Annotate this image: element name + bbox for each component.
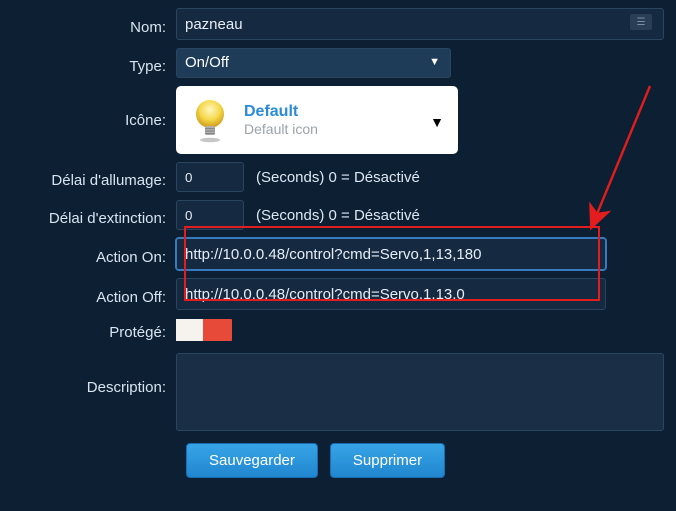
label-icone: Icône: — [6, 112, 176, 129]
label-nom: Nom: — [6, 13, 176, 36]
delai-extinction-hint: (Seconds) 0 = Désactivé — [256, 207, 420, 224]
label-description: Description: — [6, 353, 176, 396]
chevron-down-icon: ▼ — [430, 114, 444, 130]
label-action-off: Action Off: — [6, 283, 176, 306]
config-form: Nom: ☰ Type: On/Off Icône: — [0, 0, 676, 486]
nom-input[interactable] — [176, 8, 664, 40]
label-protege: Protégé: — [6, 318, 176, 341]
icon-texts: Default Default icon — [244, 103, 318, 137]
label-delai-allumage: Délai d'allumage: — [6, 166, 176, 189]
row-protege: Protégé: — [6, 318, 664, 341]
row-delai-extinction: Délai d'extinction: (Seconds) 0 = Désact… — [6, 200, 664, 230]
row-description: Description: — [6, 353, 664, 435]
label-delai-extinction: Délai d'extinction: — [6, 204, 176, 227]
action-on-input[interactable] — [176, 238, 606, 270]
icon-title: Default — [244, 103, 318, 121]
row-nom: Nom: ☰ — [6, 8, 664, 40]
row-action-off: Action Off: — [6, 278, 664, 310]
delai-allumage-input[interactable] — [176, 162, 244, 192]
button-row: Sauvegarder Supprimer — [186, 443, 664, 478]
row-type: Type: On/Off — [6, 48, 664, 78]
description-textarea[interactable] — [176, 353, 664, 431]
protege-toggle[interactable] — [176, 319, 232, 341]
delete-button[interactable]: Supprimer — [330, 443, 445, 478]
label-type: Type: — [6, 52, 176, 75]
label-action-on: Action On: — [6, 243, 176, 266]
icon-subtitle: Default icon — [244, 121, 318, 137]
row-delai-allumage: Délai d'allumage: (Seconds) 0 = Désactiv… — [6, 162, 664, 192]
save-button[interactable]: Sauvegarder — [186, 443, 318, 478]
contact-icon[interactable]: ☰ — [630, 14, 652, 30]
lightbulb-icon — [188, 96, 232, 144]
delai-extinction-input[interactable] — [176, 200, 244, 230]
type-value: On/Off — [185, 54, 229, 71]
row-icone: Icône: — [6, 86, 664, 154]
type-select[interactable]: On/Off — [176, 48, 451, 78]
icon-picker[interactable]: Default Default icon ▼ — [176, 86, 458, 154]
delai-allumage-hint: (Seconds) 0 = Désactivé — [256, 169, 420, 186]
row-action-on: Action On: — [6, 238, 664, 270]
action-off-input[interactable] — [176, 278, 606, 310]
